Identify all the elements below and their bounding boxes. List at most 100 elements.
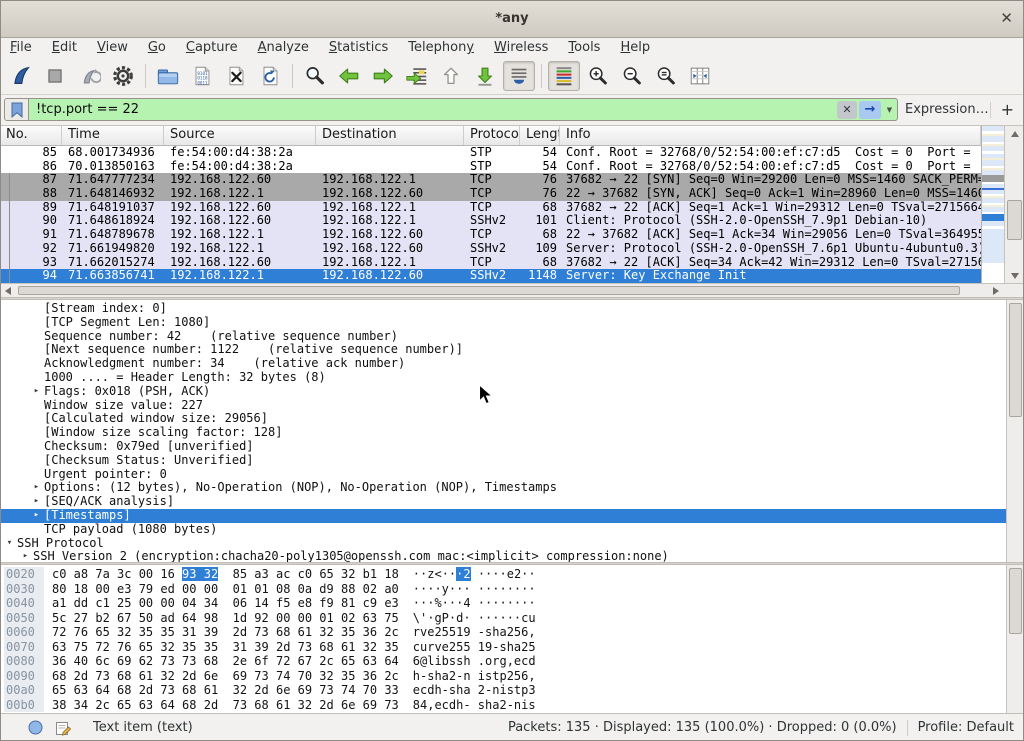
details-scrollbar[interactable] bbox=[1006, 300, 1024, 562]
detail-line[interactable]: [Stream index: 0] bbox=[0, 302, 1006, 316]
go-back-button[interactable] bbox=[333, 61, 365, 91]
packet-list-horizontal-scrollbar[interactable] bbox=[0, 283, 1004, 297]
packet-row-86[interactable]: 8670.013850163fe:54:00:d4:38:2aSTP54Conf… bbox=[0, 160, 981, 174]
filter-apply-button[interactable]: → bbox=[859, 101, 881, 119]
scroll-right-icon[interactable] bbox=[988, 284, 1004, 297]
detail-line[interactable]: [TCP Segment Len: 1080] bbox=[0, 316, 1006, 330]
detail-line[interactable]: Checksum: 0x79ed [unverified] bbox=[0, 440, 1006, 454]
scrollbar-thumb[interactable] bbox=[1007, 200, 1022, 240]
capture-stop-button[interactable] bbox=[39, 61, 71, 91]
hex-row-0070[interactable]: 007063 75 72 76 65 32 35 35 31 39 2d 73 … bbox=[0, 640, 1006, 655]
title-bar[interactable]: *any ✕ bbox=[0, 0, 1024, 38]
detail-line[interactable]: Acknowledgment number: 34 (relative ack … bbox=[0, 357, 1006, 371]
menu-wireless[interactable]: Wireless bbox=[484, 39, 558, 57]
go-forward-button[interactable] bbox=[367, 61, 399, 91]
hex-row-0080[interactable]: 008036 40 6c 69 62 73 73 68 2e 6f 72 67 … bbox=[0, 654, 1006, 669]
packet-row-91[interactable]: 9171.648789678192.168.122.1192.168.122.6… bbox=[0, 228, 981, 242]
file-save-button[interactable]: 010101100011 bbox=[186, 61, 218, 91]
detail-line[interactable]: [Next sequence number: 1122 (relative se… bbox=[0, 343, 1006, 357]
menu-help[interactable]: Help bbox=[610, 39, 660, 57]
collapsed-expander-icon[interactable]: ▸ bbox=[29, 481, 44, 495]
packet-list-vertical-scrollbar[interactable] bbox=[1004, 126, 1024, 283]
zoom-reset-button[interactable] bbox=[650, 61, 682, 91]
expanded-expander-icon[interactable]: ▾ bbox=[2, 537, 17, 551]
filter-bookmark-icon[interactable] bbox=[5, 99, 29, 120]
packet-row-94[interactable]: 9471.663856741192.168.122.1192.168.122.6… bbox=[0, 269, 981, 283]
column-header-protocol[interactable]: Protocol bbox=[464, 126, 520, 145]
menu-tools[interactable]: Tools bbox=[558, 39, 610, 57]
detail-line[interactable]: ▸SSH Version 2 (encryption:chacha20-poly… bbox=[0, 550, 1006, 562]
detail-line[interactable]: ▸[SEQ/ACK analysis] bbox=[0, 495, 1006, 509]
menu-statistics[interactable]: Statistics bbox=[319, 39, 398, 57]
detail-line[interactable]: Urgent pointer: 0 bbox=[0, 468, 1006, 482]
colorize-button[interactable] bbox=[548, 61, 580, 91]
menu-go[interactable]: Go bbox=[138, 39, 176, 57]
menu-view[interactable]: View bbox=[87, 39, 138, 57]
menu-edit[interactable]: Edit bbox=[42, 39, 87, 57]
column-header-destination[interactable]: Destination bbox=[316, 126, 464, 145]
scroll-up-icon[interactable] bbox=[1005, 126, 1024, 141]
detail-line[interactable]: Window size value: 227 bbox=[0, 399, 1006, 413]
zoom-out-button[interactable] bbox=[616, 61, 648, 91]
bytes-scrollbar[interactable] bbox=[1006, 565, 1024, 713]
column-header-no[interactable]: No. bbox=[0, 126, 62, 145]
packet-row-85[interactable]: 8568.001734936fe:54:00:d4:38:2aSTP54Conf… bbox=[0, 146, 981, 160]
hex-row-00b0[interactable]: 00b038 34 2c 65 63 64 68 2d 73 68 61 32 … bbox=[0, 698, 1006, 713]
filter-history-dropdown[interactable]: ▼ bbox=[882, 106, 897, 114]
scrollbar-thumb[interactable] bbox=[18, 286, 960, 295]
hex-row-00a0[interactable]: 00a065 63 64 68 2d 73 68 61 32 2d 6e 69 … bbox=[0, 683, 1006, 698]
packet-row-88[interactable]: 8871.648146932192.168.122.1192.168.122.6… bbox=[0, 187, 981, 201]
detail-line[interactable]: [Checksum Status: Unverified] bbox=[0, 454, 1006, 468]
detail-line[interactable]: Sequence number: 42 (relative sequence n… bbox=[0, 330, 1006, 344]
hex-row-0030[interactable]: 003080 18 00 e3 79 ed 00 00 01 01 08 0a … bbox=[0, 582, 1006, 597]
hex-row-0050[interactable]: 00505c 27 b2 67 50 ad 64 98 1d 92 00 00 … bbox=[0, 611, 1006, 626]
scrollbar-thumb[interactable] bbox=[1009, 568, 1022, 634]
file-reload-button[interactable] bbox=[254, 61, 286, 91]
packet-row-93[interactable]: 9371.662015274192.168.122.60192.168.122.… bbox=[0, 256, 981, 270]
hex-row-0020[interactable]: 0020c0 a8 7a 3c 00 16 93 32 85 a3 ac c0 … bbox=[0, 567, 1006, 582]
packet-row-89[interactable]: 8971.648191037192.168.122.60192.168.122.… bbox=[0, 201, 981, 215]
collapsed-expander-icon[interactable]: ▸ bbox=[29, 495, 44, 509]
auto-scroll-button[interactable] bbox=[503, 61, 535, 91]
display-filter-input[interactable]: !tcp.port == 22 ✕ → ▼ bbox=[4, 98, 898, 121]
packet-list-minimap[interactable] bbox=[981, 126, 1004, 283]
add-filter-button[interactable]: + bbox=[1001, 100, 1014, 119]
status-profile[interactable]: Profile: Default bbox=[918, 720, 1014, 735]
file-close-button[interactable] bbox=[220, 61, 252, 91]
menu-telephony[interactable]: Telephony bbox=[398, 39, 484, 57]
close-button[interactable]: ✕ bbox=[1000, 9, 1013, 27]
detail-line[interactable]: ▸Flags: 0x018 (PSH, ACK) bbox=[0, 385, 1006, 399]
collapsed-expander-icon[interactable]: ▸ bbox=[29, 509, 44, 523]
go-to-packet-button[interactable] bbox=[401, 61, 433, 91]
go-first-button[interactable] bbox=[435, 61, 467, 91]
column-header-info[interactable]: Info bbox=[560, 126, 981, 145]
detail-line[interactable]: ▾SSH Protocol bbox=[0, 537, 1006, 551]
filter-expression-text[interactable]: !tcp.port == 22 bbox=[29, 102, 837, 117]
expression-button[interactable]: Expression… bbox=[905, 102, 989, 117]
collapsed-expander-icon[interactable]: ▸ bbox=[29, 385, 44, 399]
packet-row-87[interactable]: 8771.647777234192.168.122.60192.168.122.… bbox=[0, 173, 981, 187]
capture-start-button[interactable] bbox=[5, 61, 37, 91]
menu-analyze[interactable]: Analyze bbox=[248, 39, 319, 57]
detail-line[interactable]: [Calculated window size: 29056] bbox=[0, 412, 1006, 426]
capture-comment-icon[interactable] bbox=[55, 720, 71, 736]
packet-row-90[interactable]: 9071.648618924192.168.122.60192.168.122.… bbox=[0, 214, 981, 228]
go-last-button[interactable] bbox=[469, 61, 501, 91]
filter-clear-button[interactable]: ✕ bbox=[837, 101, 857, 119]
scrollbar-thumb[interactable] bbox=[1009, 303, 1022, 417]
scroll-left-icon[interactable] bbox=[0, 284, 16, 297]
capture-restart-button[interactable] bbox=[73, 61, 105, 91]
resize-columns-button[interactable] bbox=[684, 61, 716, 91]
file-open-button[interactable] bbox=[152, 61, 184, 91]
column-header-time[interactable]: Time bbox=[62, 126, 164, 145]
zoom-in-button[interactable] bbox=[582, 61, 614, 91]
hex-row-0060[interactable]: 006072 76 65 32 35 35 31 39 2d 73 68 61 … bbox=[0, 625, 1006, 640]
column-header-length[interactable]: Length bbox=[520, 126, 560, 145]
expert-info-icon[interactable] bbox=[28, 720, 43, 735]
detail-line[interactable]: ▸[Timestamps] bbox=[0, 509, 1006, 523]
detail-line[interactable]: [Window size scaling factor: 128] bbox=[0, 426, 1006, 440]
detail-line[interactable]: ▸Options: (12 bytes), No-Operation (NOP)… bbox=[0, 481, 1006, 495]
hex-row-0040[interactable]: 0040a1 dd c1 25 00 00 04 34 06 14 f5 e8 … bbox=[0, 596, 1006, 611]
menu-file[interactable]: File bbox=[0, 39, 42, 57]
find-packet-button[interactable] bbox=[299, 61, 331, 91]
